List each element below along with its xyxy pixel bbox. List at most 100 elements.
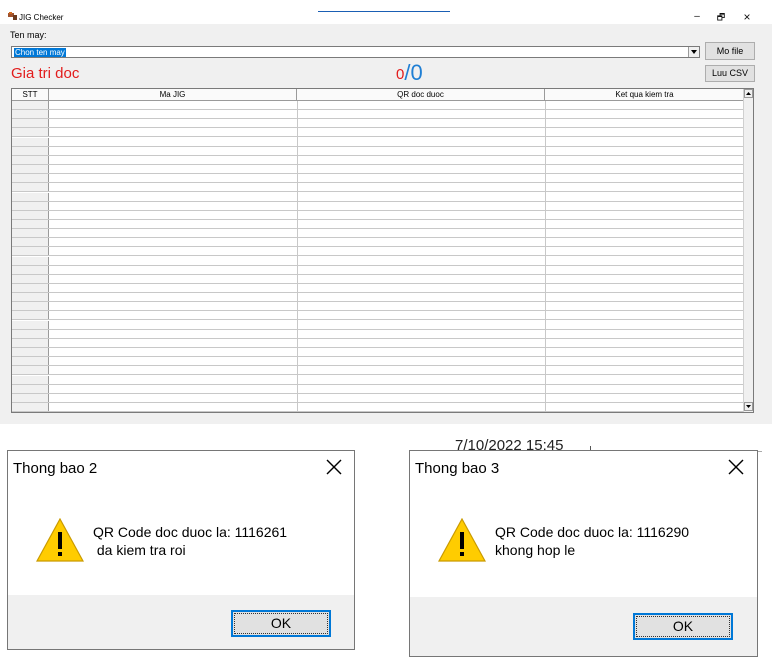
open-file-button[interactable]: Mo file: [705, 42, 755, 60]
row-header-cell[interactable]: [12, 302, 49, 311]
table-row[interactable]: [12, 302, 744, 312]
counter-total: 0: [410, 60, 423, 85]
table-row[interactable]: [12, 375, 744, 385]
warning-icon: [438, 518, 486, 562]
table-row[interactable]: [12, 201, 744, 211]
table-row[interactable]: [12, 402, 744, 412]
table-row[interactable]: [12, 101, 744, 110]
message-dialog-3: Thong bao 3 QR Code doc duoc la: 1116290…: [409, 450, 758, 657]
table-row[interactable]: [12, 311, 744, 321]
main-window: JIG Checker – 🗗 × Ten may: Chon ten may …: [0, 0, 772, 424]
table-row[interactable]: [12, 256, 744, 266]
table-row[interactable]: [12, 110, 744, 120]
table-row[interactable]: [12, 293, 744, 303]
arrow-down-icon: [746, 405, 751, 408]
read-counter: 0/0: [396, 60, 423, 86]
table-row[interactable]: [12, 146, 744, 156]
row-header-cell[interactable]: [12, 393, 49, 402]
row-header-cell[interactable]: [12, 155, 49, 164]
row-header-cell[interactable]: [12, 238, 49, 247]
table-row[interactable]: [12, 165, 744, 175]
row-header-cell[interactable]: [12, 137, 49, 146]
save-csv-button[interactable]: Luu CSV: [705, 65, 755, 82]
table-row[interactable]: [12, 329, 744, 339]
row-header-cell[interactable]: [12, 402, 49, 411]
chevron-down-icon: [691, 50, 697, 54]
column-header-stt[interactable]: STT: [12, 89, 49, 100]
close-icon[interactable]: [322, 455, 346, 479]
table-row[interactable]: [12, 155, 744, 165]
table-row[interactable]: [12, 265, 744, 275]
row-header-cell[interactable]: [12, 329, 49, 338]
table-row[interactable]: [12, 284, 744, 293]
row-header-cell[interactable]: [12, 357, 49, 366]
table-row[interactable]: [12, 128, 744, 138]
row-header-cell[interactable]: [12, 110, 49, 119]
close-button[interactable]: ×: [736, 11, 758, 23]
row-header-cell[interactable]: [12, 219, 49, 228]
dropdown-arrow-button[interactable]: [688, 47, 699, 57]
row-header-cell[interactable]: [12, 146, 49, 155]
row-header-cell[interactable]: [12, 384, 49, 393]
row-header-cell[interactable]: [12, 201, 49, 210]
scroll-up-button[interactable]: [744, 89, 753, 98]
value-label: Gia tri doc: [11, 65, 80, 82]
table-row[interactable]: [12, 393, 744, 403]
dialog-footer: OK: [8, 595, 354, 649]
row-header-cell[interactable]: [12, 174, 49, 183]
results-grid[interactable]: STT Ma JIG QR doc duoc Ket qua kiem tra: [11, 88, 754, 413]
table-row[interactable]: [12, 219, 744, 229]
row-header-cell[interactable]: [12, 210, 49, 219]
row-header-cell[interactable]: [12, 348, 49, 357]
row-header-cell[interactable]: [12, 338, 49, 347]
row-header-cell[interactable]: [12, 192, 49, 201]
machine-select[interactable]: Chon ten may: [11, 46, 700, 58]
row-header-cell[interactable]: [12, 128, 49, 137]
scroll-down-button[interactable]: [744, 402, 753, 411]
row-header-cell[interactable]: [12, 165, 49, 174]
table-row[interactable]: [12, 238, 744, 248]
ok-button[interactable]: OK: [231, 610, 331, 637]
table-row[interactable]: [12, 366, 744, 376]
maximize-button[interactable]: 🗗: [710, 11, 732, 23]
table-row[interactable]: [12, 192, 744, 202]
vertical-scrollbar[interactable]: [743, 89, 753, 412]
message-dialog-2: Thong bao 2 QR Code doc duoc la: 1116261…: [7, 450, 355, 650]
row-header-cell[interactable]: [12, 183, 49, 192]
row-header-cell[interactable]: [12, 265, 49, 274]
close-icon[interactable]: [724, 455, 748, 479]
table-row[interactable]: [12, 320, 744, 330]
row-header-cell[interactable]: [12, 101, 49, 109]
row-header-cell[interactable]: [12, 274, 49, 283]
ok-button-label: OK: [636, 616, 730, 637]
row-header-cell[interactable]: [12, 293, 49, 302]
column-header-result[interactable]: Ket qua kiem tra: [545, 89, 744, 100]
table-row[interactable]: [12, 119, 744, 129]
table-row[interactable]: [12, 229, 744, 239]
row-header-cell[interactable]: [12, 311, 49, 320]
column-header-qr[interactable]: QR doc duoc: [297, 89, 545, 100]
table-row[interactable]: [12, 357, 744, 367]
table-row[interactable]: [12, 274, 744, 284]
table-row[interactable]: [12, 210, 744, 220]
row-header-cell[interactable]: [12, 366, 49, 375]
table-row[interactable]: [12, 384, 744, 394]
row-header-cell[interactable]: [12, 229, 49, 238]
row-header-cell[interactable]: [12, 247, 49, 256]
window-title: JIG Checker: [19, 13, 64, 22]
minimize-button[interactable]: –: [686, 11, 708, 23]
table-row[interactable]: [12, 137, 744, 147]
column-header-ma-jig[interactable]: Ma JIG: [49, 89, 297, 100]
row-header-cell[interactable]: [12, 375, 49, 384]
row-header-cell[interactable]: [12, 256, 49, 265]
row-header-cell[interactable]: [12, 320, 49, 329]
table-row[interactable]: [12, 247, 744, 257]
counter-read: 0: [396, 66, 405, 83]
table-row[interactable]: [12, 348, 744, 358]
row-header-cell[interactable]: [12, 119, 49, 128]
table-row[interactable]: [12, 338, 744, 348]
ok-button[interactable]: OK: [633, 613, 733, 640]
table-row[interactable]: [12, 183, 744, 193]
table-row[interactable]: [12, 174, 744, 184]
row-header-cell[interactable]: [12, 284, 49, 292]
